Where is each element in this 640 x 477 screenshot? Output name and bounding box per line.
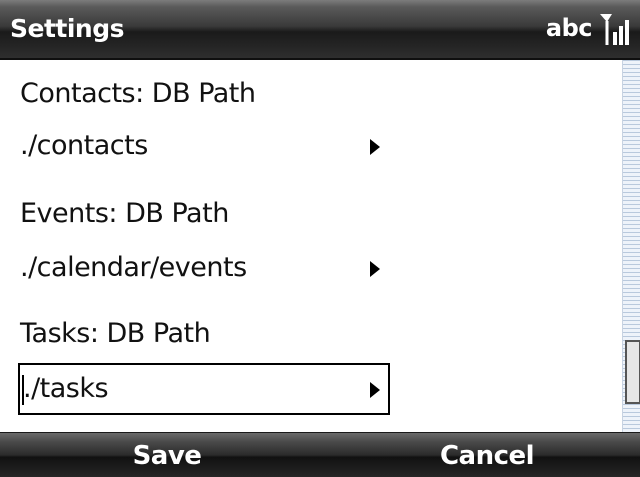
cancel-button[interactable]: Cancel: [387, 438, 587, 474]
events-db-path-value: ./calendar/events: [20, 252, 247, 283]
signal-strength-icon: [600, 14, 629, 45]
softkey-bar: Save Cancel: [0, 432, 640, 477]
page-title: Settings: [10, 14, 125, 43]
vertical-scrollbar[interactable]: [622, 60, 640, 432]
right-arrow-icon[interactable]: [370, 261, 380, 277]
events-db-path-picker[interactable]: ./calendar/events: [18, 242, 390, 294]
scrollbar-thumb[interactable]: [625, 340, 640, 404]
title-bar: Settings abc: [0, 0, 640, 60]
tasks-db-path-picker[interactable]: ./tasks: [18, 363, 390, 415]
contacts-db-path-value: ./contacts: [20, 130, 148, 161]
input-mode-indicator: abc: [545, 14, 593, 42]
contacts-db-path-label: Contacts: DB Path: [20, 78, 256, 109]
settings-list: Contacts: DB Path ./contacts Events: DB …: [0, 60, 622, 432]
tasks-db-path-label: Tasks: DB Path: [20, 318, 211, 349]
settings-screen: Settings abc Contacts: DB Path ./contact…: [0, 0, 640, 477]
right-arrow-icon[interactable]: [370, 382, 380, 398]
save-button[interactable]: Save: [67, 438, 267, 474]
tasks-db-path-value: ./tasks: [23, 373, 109, 404]
events-db-path-label: Events: DB Path: [20, 198, 229, 229]
contacts-db-path-picker[interactable]: ./contacts: [18, 120, 390, 172]
right-arrow-icon[interactable]: [370, 139, 380, 155]
